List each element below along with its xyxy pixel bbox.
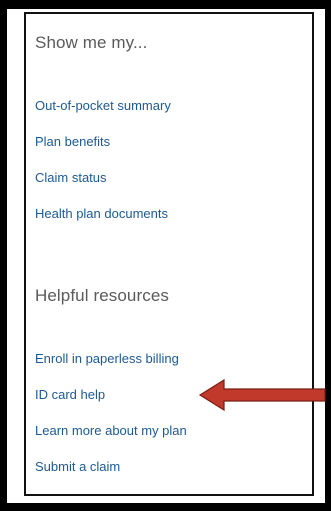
plan-benefits-link[interactable]: Plan benefits (35, 134, 110, 149)
show-me-heading: Show me my... (35, 33, 148, 52)
arrow-shape (198, 378, 326, 412)
enroll-paperless-billing-link[interactable]: Enroll in paperless billing (35, 351, 179, 366)
health-plan-documents-link[interactable]: Health plan documents (35, 206, 168, 221)
learn-more-plan-link[interactable]: Learn more about my plan (35, 423, 187, 438)
id-card-help-link[interactable]: ID card help (35, 387, 105, 402)
helpful-resources-heading: Helpful resources (35, 286, 169, 305)
out-of-pocket-summary-link[interactable]: Out-of-pocket summary (35, 98, 171, 113)
submit-claim-link[interactable]: Submit a claim (35, 459, 120, 474)
claim-status-link[interactable]: Claim status (35, 170, 107, 185)
left-arrow-icon (198, 378, 326, 412)
